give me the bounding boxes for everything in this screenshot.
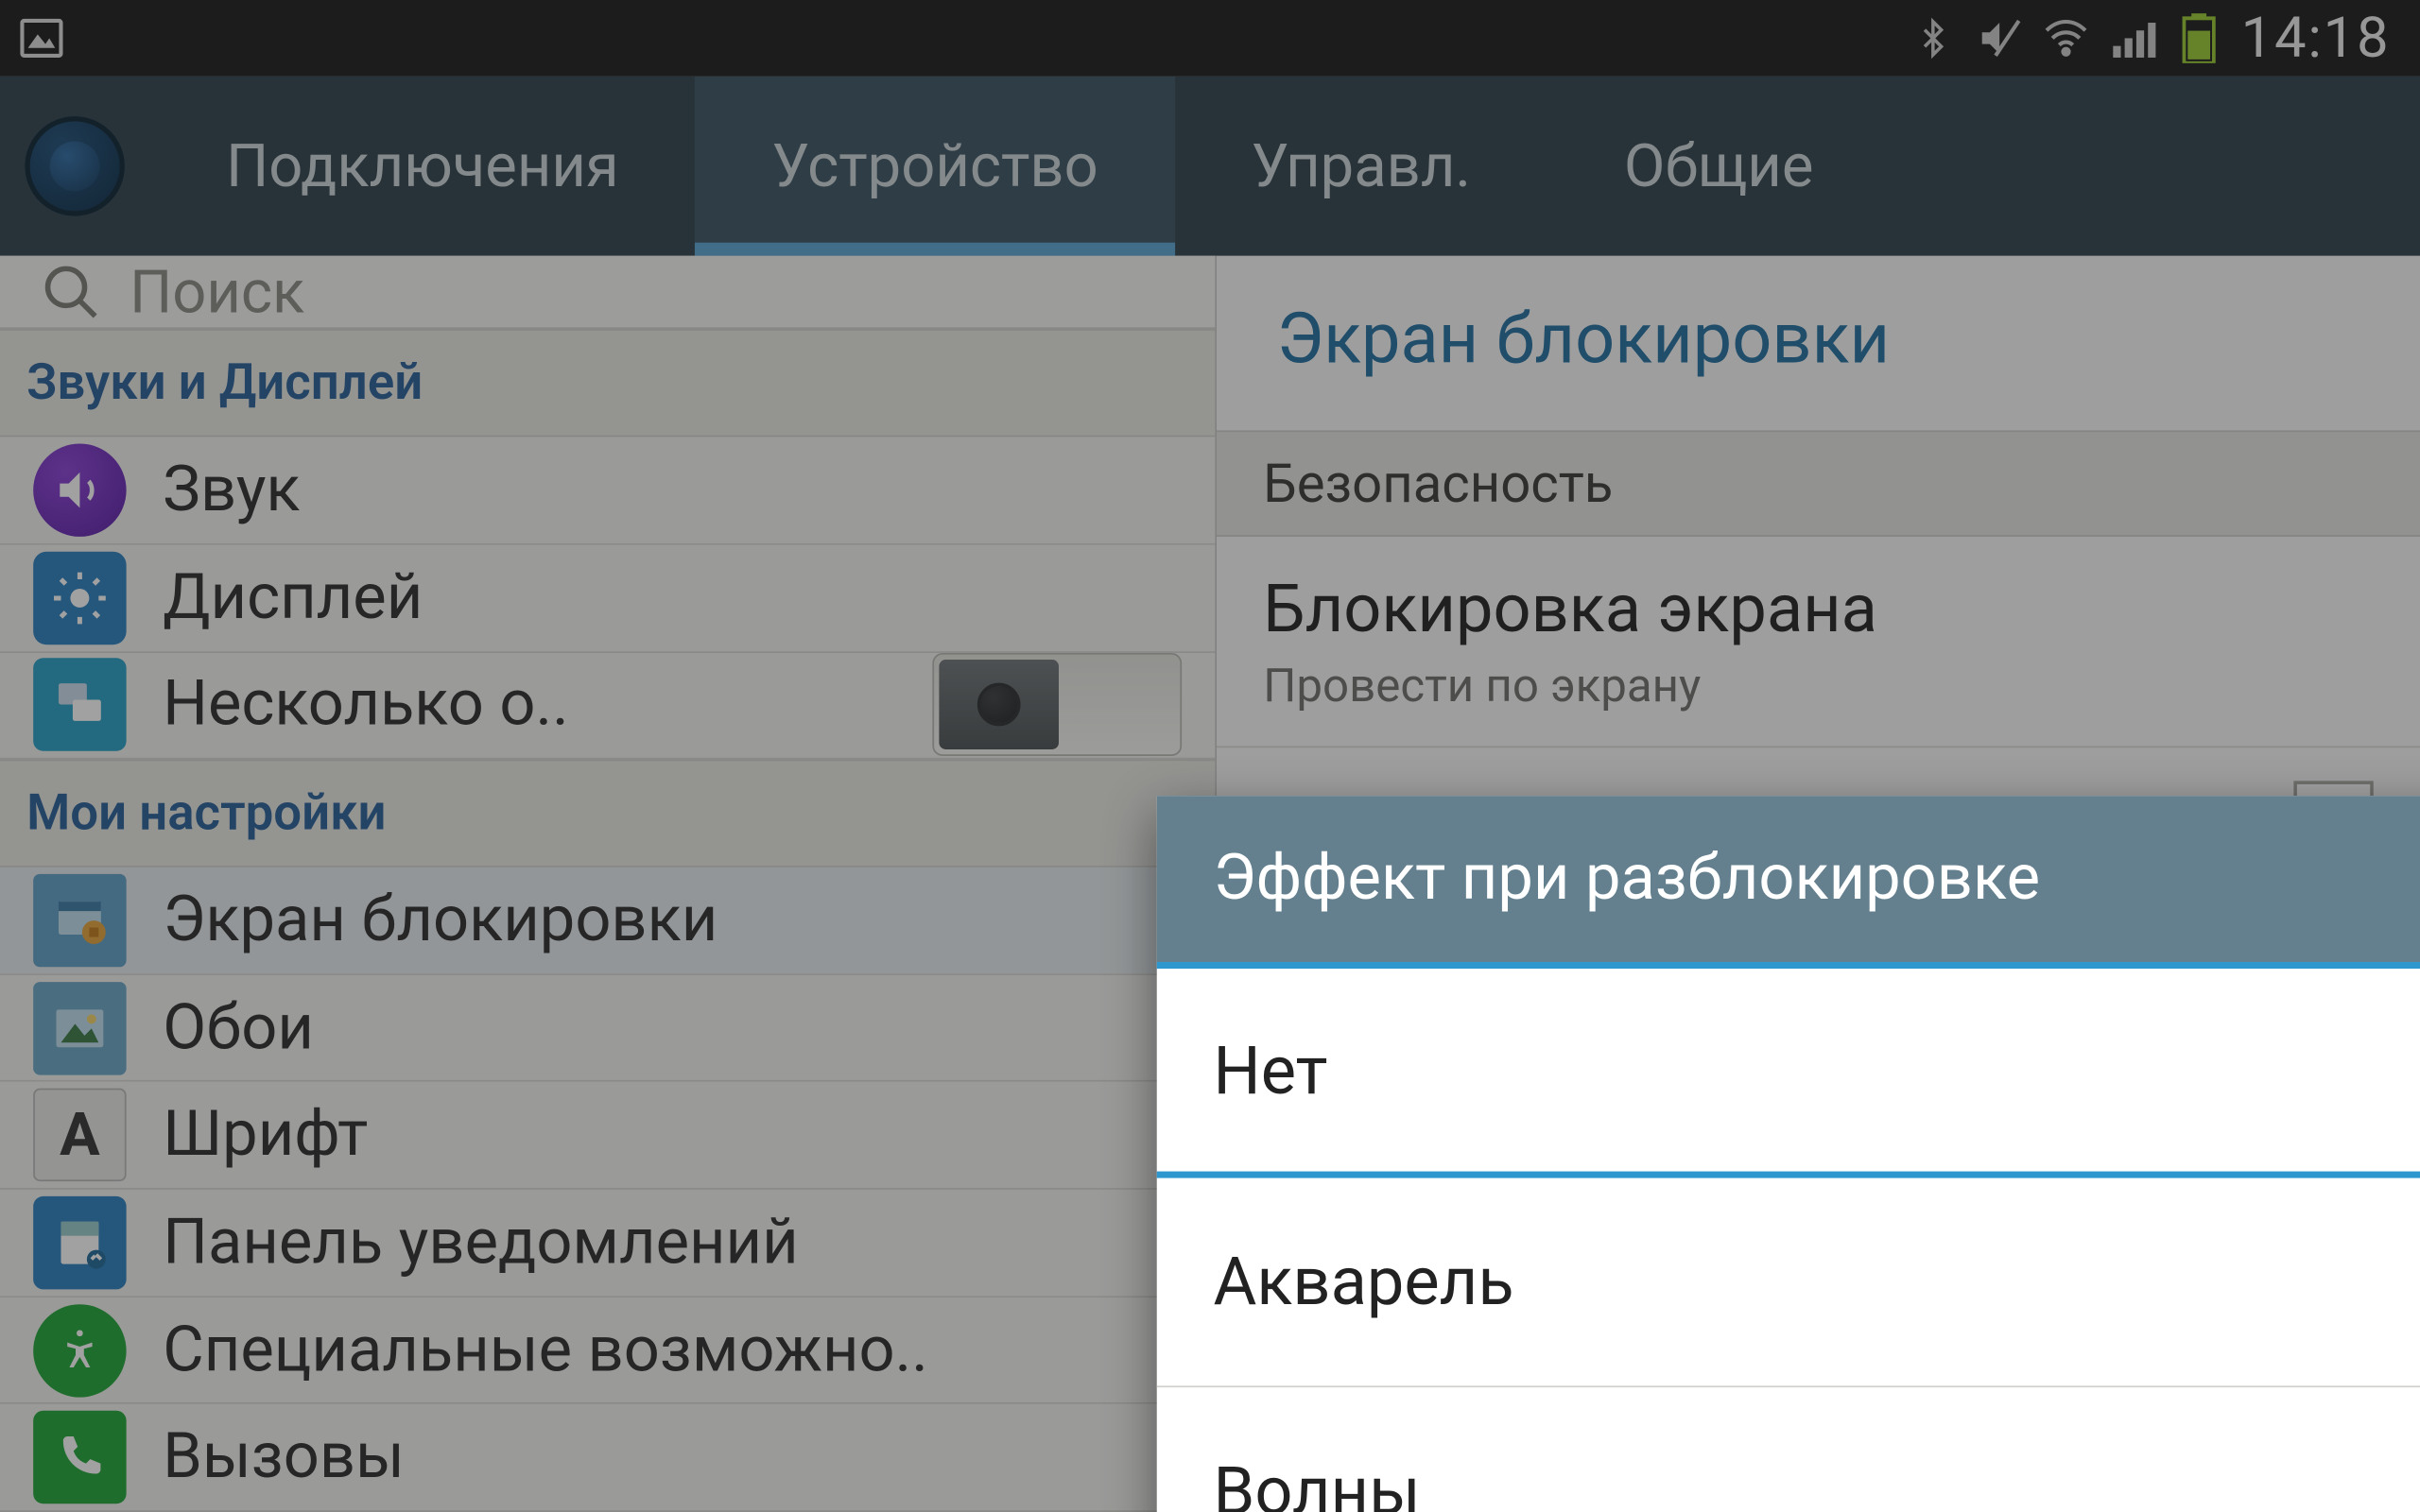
- dialog-option-watercolor[interactable]: Акварель: [1157, 1178, 2420, 1388]
- dialog-option-none[interactable]: Нет: [1157, 962, 2420, 1178]
- option-label: Волны: [1214, 1452, 1421, 1512]
- dialog-option-waves[interactable]: Волны: [1157, 1387, 2420, 1512]
- option-label: Акварель: [1214, 1243, 1514, 1321]
- unlock-effect-dialog: Эффект при разблокировке Нет Акварель Во…: [1157, 796, 2420, 1512]
- dialog-title: Эффект при разблокировке: [1157, 796, 2420, 962]
- option-label: Нет: [1214, 1031, 1328, 1109]
